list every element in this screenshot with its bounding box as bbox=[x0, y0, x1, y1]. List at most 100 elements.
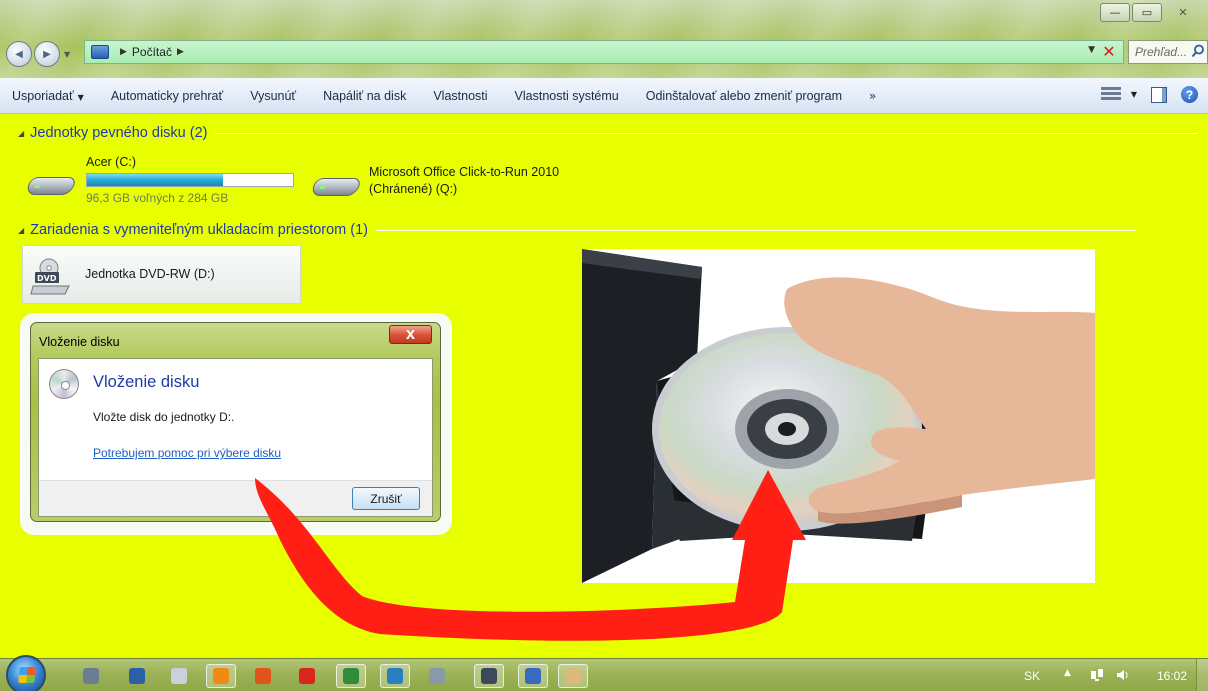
network-icon[interactable] bbox=[1090, 668, 1104, 682]
section-divider bbox=[376, 229, 1137, 231]
back-button[interactable]: ◀ bbox=[6, 41, 32, 67]
address-clear-icon[interactable]: ✕ bbox=[1099, 42, 1119, 62]
inserting-disc-photo bbox=[582, 249, 1095, 583]
disk-usage-fill bbox=[87, 174, 223, 186]
dialog-body: Vloženie disku Vložte disk do jednotky D… bbox=[38, 358, 433, 517]
recent-pages-dropdown[interactable]: ▼ bbox=[64, 50, 70, 59]
breadcrumb-chevron-icon[interactable]: ▶ bbox=[177, 47, 184, 57]
taskbar-app-feather[interactable] bbox=[422, 664, 452, 688]
disk-usage-bar bbox=[86, 173, 294, 187]
show-hidden-icons-button[interactable]: ▲ bbox=[1064, 668, 1071, 678]
maximize-button[interactable]: ▭ bbox=[1132, 3, 1162, 22]
section-title: Jednotky pevného disku (2) bbox=[30, 125, 208, 141]
computer-icon bbox=[91, 45, 109, 59]
chevron-down-icon: ▼ bbox=[77, 92, 84, 102]
cancel-button[interactable]: Zrušiť bbox=[352, 487, 420, 510]
breadcrumb-computer[interactable]: Počítač bbox=[132, 45, 172, 59]
taskbar-app-chrome[interactable] bbox=[336, 664, 366, 688]
chrome-icon bbox=[343, 668, 359, 684]
vlc-icon bbox=[213, 668, 229, 684]
eject-button[interactable]: Vysunúť bbox=[250, 89, 296, 103]
hard-drive-icon bbox=[310, 178, 362, 200]
window-titlebar bbox=[0, 0, 1208, 78]
drive-dvd-rw-d[interactable]: DVD Jednotka DVD-RW (D:) bbox=[22, 245, 301, 304]
address-bar[interactable]: ▶ Počítač ▶ ▼ ✕ bbox=[84, 40, 1124, 64]
uninstall-program-button[interactable]: Odinštalovať alebo zmeniť program bbox=[646, 89, 842, 103]
search-input[interactable]: Prehľad... bbox=[1128, 40, 1208, 64]
section-divider bbox=[215, 132, 1198, 134]
hard-drive-icon bbox=[25, 177, 77, 199]
language-indicator[interactable]: SK bbox=[1024, 669, 1040, 683]
drive-name: Jednotka DVD-RW (D:) bbox=[85, 267, 215, 281]
section-hard-disks[interactable]: ◢ Jednotky pevného disku (2) bbox=[18, 125, 1198, 141]
more-commands-icon[interactable]: » bbox=[869, 89, 876, 103]
taskbar-app-vlc[interactable] bbox=[206, 664, 236, 688]
windows-logo-icon bbox=[18, 667, 36, 683]
organize-menu[interactable]: Usporiadať ▼ bbox=[12, 89, 84, 103]
cd-disc-icon bbox=[49, 369, 79, 399]
dialog-title: Vloženie disku bbox=[39, 335, 120, 349]
change-view-button[interactable]: ▼ bbox=[1100, 86, 1137, 103]
start-button[interactable] bbox=[6, 655, 46, 691]
drive-name-detail: (Chránené) (Q:) bbox=[369, 182, 458, 196]
chevron-down-icon: ▼ bbox=[1130, 90, 1137, 99]
autoplay-button[interactable]: Automaticky prehrať bbox=[111, 89, 223, 103]
document-icon bbox=[171, 668, 187, 684]
search-icon[interactable] bbox=[1191, 44, 1205, 58]
tool-icon bbox=[83, 668, 99, 684]
dialog-footer: Zrušiť bbox=[39, 480, 432, 516]
dvd-badge-text: DVD bbox=[37, 274, 57, 283]
preview-pane-icon[interactable] bbox=[1151, 86, 1167, 103]
drive-name: Microsoft Office Click-to-Run 2010 bbox=[369, 165, 560, 179]
help-icon[interactable]: ? bbox=[1181, 86, 1198, 103]
taskbar-app-firefox[interactable] bbox=[248, 664, 278, 688]
clock[interactable]: 16:02 bbox=[1157, 669, 1187, 683]
taskbar-app-picture[interactable] bbox=[558, 664, 588, 688]
dialog-close-button[interactable]: X bbox=[389, 325, 432, 344]
drive-free-space: 96,3 GB voľných z 284 GB bbox=[86, 191, 229, 205]
feather-icon bbox=[429, 668, 445, 684]
back-arrow-icon: ◀ bbox=[15, 48, 23, 60]
dialog-heading: Vloženie disku bbox=[93, 373, 200, 391]
picture-icon bbox=[565, 668, 581, 684]
section-removable-storage[interactable]: ◢ Zariadenia s vymeniteľným ukladacím pr… bbox=[18, 222, 1198, 238]
firefox-icon bbox=[255, 668, 271, 684]
collapse-triangle-icon[interactable]: ◢ bbox=[18, 129, 24, 138]
taskbar-app-camera[interactable] bbox=[474, 664, 504, 688]
help-choosing-disc-link[interactable]: Potrebujem pomoc pri výbere disku bbox=[93, 446, 281, 460]
pen-icon bbox=[129, 668, 145, 684]
collapse-triangle-icon[interactable]: ◢ bbox=[18, 226, 24, 235]
close-button[interactable]: ✕ bbox=[1164, 3, 1202, 22]
show-desktop-button[interactable] bbox=[1196, 659, 1208, 691]
command-bar: Usporiadať ▼ Automaticky prehrať Vysunúť … bbox=[0, 78, 1208, 114]
taskbar-app-control-panel[interactable] bbox=[518, 664, 548, 688]
paint-icon bbox=[387, 668, 403, 684]
volume-icon[interactable] bbox=[1116, 668, 1130, 682]
forward-button[interactable]: ▶ bbox=[34, 41, 60, 67]
minimize-button[interactable]: — bbox=[1100, 3, 1130, 22]
camera-icon bbox=[481, 668, 497, 684]
taskbar-app-pen[interactable] bbox=[122, 664, 152, 688]
search-placeholder: Prehľad... bbox=[1135, 45, 1188, 59]
breadcrumb-chevron-icon[interactable]: ▶ bbox=[120, 47, 127, 57]
insert-disc-dialog: Vloženie disku X Vloženie disku Vložte d… bbox=[30, 322, 441, 522]
taskbar-app-paint[interactable] bbox=[380, 664, 410, 688]
dialog-message: Vložte disk do jednotky D:. bbox=[93, 410, 235, 424]
properties-button[interactable]: Vlastnosti bbox=[433, 89, 487, 103]
disc-drive-illustration bbox=[582, 249, 1095, 583]
burn-to-disc-button[interactable]: Napáliť na disk bbox=[323, 89, 406, 103]
navigation-buttons: ◀ ▶ ▼ bbox=[6, 37, 74, 71]
taskbar-app-acrobat[interactable] bbox=[292, 664, 322, 688]
view-list-icon bbox=[1100, 86, 1121, 103]
drive-name: Acer (C:) bbox=[86, 155, 136, 169]
dvd-drive-icon: DVD bbox=[30, 258, 70, 295]
system-properties-button[interactable]: Vlastnosti systému bbox=[515, 89, 619, 103]
section-title: Zariadenia s vymeniteľným ukladacím prie… bbox=[30, 222, 369, 238]
taskbar-app-tool[interactable] bbox=[76, 664, 106, 688]
forward-arrow-icon: ▶ bbox=[43, 48, 51, 60]
taskbar-app-document[interactable] bbox=[164, 664, 194, 688]
acrobat-icon bbox=[299, 668, 315, 684]
address-dropdown-icon[interactable]: ▼ bbox=[1088, 45, 1095, 55]
view-controls: ▼ ? bbox=[1100, 86, 1198, 103]
control-panel-icon bbox=[525, 668, 541, 684]
